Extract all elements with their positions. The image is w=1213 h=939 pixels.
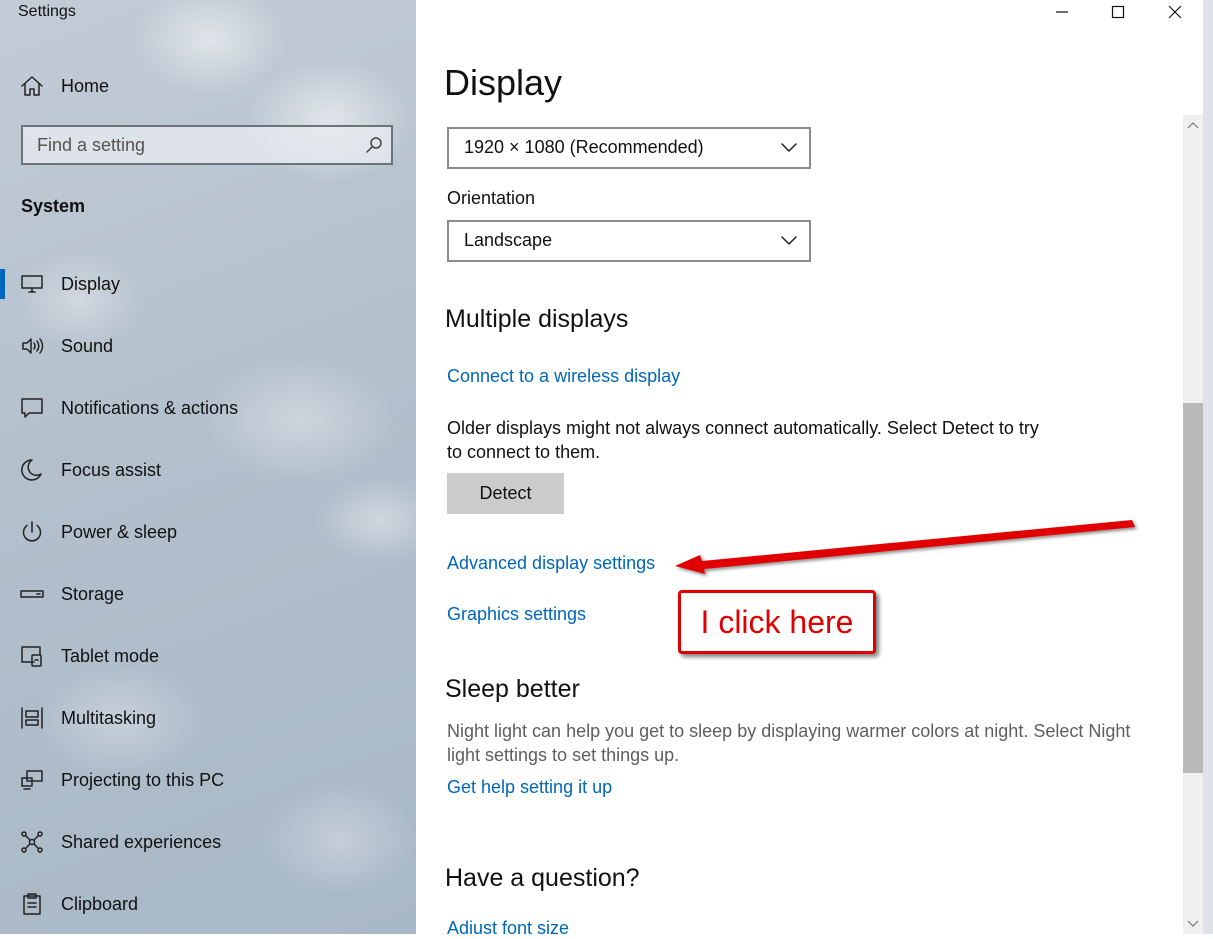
annotation-callout-text: I click here: [700, 603, 854, 640]
sidebar-item-label: Sound: [61, 335, 114, 356]
sleep-better-heading: Sleep better: [445, 675, 580, 703]
search-icon[interactable]: [365, 136, 383, 154]
sleep-better-description: Night light can help you get to sleep by…: [447, 721, 1131, 765]
tablet-mode-icon: [21, 646, 42, 667]
window-edge: [1203, 0, 1213, 934]
sidebar-item-tablet-mode[interactable]: Tablet mode: [0, 625, 416, 687]
maximize-icon: [1111, 5, 1125, 19]
projecting-icon: [21, 770, 43, 790]
adjust-font-size-link[interactable]: Adjust font size: [447, 918, 569, 934]
minimize-button[interactable]: [1034, 0, 1090, 24]
scroll-up-button[interactable]: [1183, 115, 1203, 135]
sidebar-item-label: Power & sleep: [61, 521, 178, 542]
detect-button[interactable]: Detect: [447, 473, 564, 514]
sidebar-item-shared-experiences[interactable]: Shared experiences: [0, 811, 416, 873]
sidebar-nav: Display Sound Notifications & actions Fo…: [0, 253, 416, 934]
orientation-value: Landscape: [464, 230, 553, 250]
page-title: Display: [444, 62, 563, 103]
chevron-down-icon: [1187, 920, 1199, 927]
app-title: Settings: [18, 3, 76, 20]
sidebar-item-focus-assist[interactable]: Focus assist: [0, 439, 416, 501]
sidebar-item-label: Clipboard: [61, 893, 139, 914]
sidebar-item-projecting[interactable]: Projecting to this PC: [0, 749, 416, 811]
power-icon: [22, 521, 42, 542]
search-box[interactable]: [21, 125, 393, 165]
search-input[interactable]: [23, 127, 357, 163]
chevron-down-icon: [781, 236, 797, 245]
sidebar-item-clipboard[interactable]: Clipboard: [0, 873, 416, 934]
scrollbar-thumb[interactable]: [1183, 403, 1203, 773]
sidebar-item-label: Focus assist: [61, 459, 162, 480]
multiple-displays-heading: Multiple displays: [445, 305, 629, 333]
close-button[interactable]: [1147, 0, 1203, 24]
sidebar-item-power-sleep[interactable]: Power & sleep: [0, 501, 416, 563]
maximize-button[interactable]: [1090, 0, 1146, 24]
sidebar-item-label: Tablet mode: [61, 645, 160, 666]
speaker-icon: [22, 338, 44, 354]
resolution-value: 1920 × 1080 (Recommended): [464, 137, 704, 157]
multitasking-icon: [21, 707, 43, 729]
connect-wireless-display-link[interactable]: Connect to a wireless display: [447, 366, 680, 387]
sidebar-item-notifications[interactable]: Notifications & actions: [0, 377, 416, 439]
close-icon: [1168, 5, 1182, 19]
sidebar-item-sound[interactable]: Sound: [0, 315, 416, 377]
notification-icon: [21, 398, 43, 418]
annotation-callout: I click here: [678, 590, 876, 654]
sidebar-item-label: Projecting to this PC: [61, 769, 225, 790]
orientation-label: Orientation: [447, 188, 536, 208]
sidebar: Settings Home System Display Sound: [0, 0, 416, 934]
moon-icon: [21, 459, 42, 481]
sidebar-item-multitasking[interactable]: Multitasking: [0, 687, 416, 749]
detect-description: Older displays might not always connect …: [447, 418, 1039, 462]
orientation-dropdown[interactable]: Landscape: [447, 220, 811, 262]
home-link[interactable]: Home: [20, 70, 109, 102]
get-help-link[interactable]: Get help setting it up: [447, 777, 612, 798]
shared-experiences-icon: [21, 831, 43, 853]
chevron-up-icon: [1187, 122, 1199, 129]
graphics-settings-link[interactable]: Graphics settings: [447, 604, 586, 625]
clipboard-icon: [23, 893, 41, 915]
sidebar-item-label: Display: [61, 273, 121, 294]
sidebar-item-storage[interactable]: Storage: [0, 563, 416, 625]
scroll-down-button[interactable]: [1183, 914, 1203, 934]
home-icon: [21, 76, 43, 96]
sidebar-item-display[interactable]: Display: [0, 253, 416, 315]
sidebar-item-label: Storage: [61, 583, 125, 604]
sidebar-item-label: Multitasking: [61, 707, 157, 728]
storage-icon: [20, 590, 44, 598]
home-label: Home: [61, 75, 110, 96]
minimize-icon: [1056, 11, 1068, 13]
monitor-icon: [21, 275, 43, 293]
advanced-display-settings-link[interactable]: Advanced display settings: [447, 553, 655, 574]
section-label: System: [21, 196, 86, 216]
chevron-down-icon: [781, 143, 797, 152]
sidebar-item-label: Notifications & actions: [61, 397, 239, 418]
main-content: Display 1920 × 1080 (Recommended) Orient…: [416, 0, 1213, 934]
have-a-question-heading: Have a question?: [445, 864, 640, 892]
resolution-dropdown[interactable]: 1920 × 1080 (Recommended): [447, 127, 811, 169]
sidebar-item-label: Shared experiences: [61, 831, 222, 852]
